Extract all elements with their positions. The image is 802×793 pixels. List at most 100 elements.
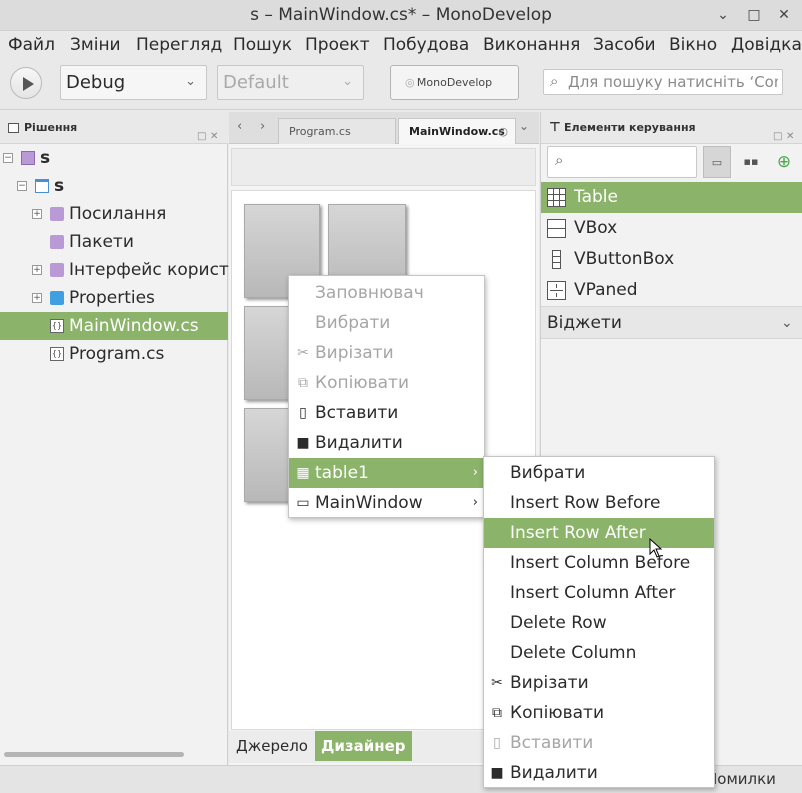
toolbox-item-table[interactable]: Table bbox=[541, 182, 802, 213]
vbuttonbox-icon bbox=[552, 250, 561, 269]
project-icon bbox=[35, 179, 49, 193]
tree-item-ui[interactable]: + Інтерфейс користувача bbox=[0, 256, 280, 284]
collapse-icon[interactable]: − bbox=[3, 153, 13, 163]
runtime-select[interactable]: Default ⌄ bbox=[217, 65, 364, 100]
tree-item-project[interactable]: − s bbox=[0, 172, 228, 200]
close-button[interactable]: ✕ bbox=[774, 5, 794, 25]
tab-label: Program.cs bbox=[289, 125, 351, 138]
cut-icon: ✂ bbox=[297, 345, 309, 361]
cut-icon: ✂ bbox=[491, 675, 503, 691]
tab-list-dropdown-icon[interactable]: ⌄ bbox=[519, 119, 529, 133]
minimize-button[interactable]: ⌄ bbox=[713, 5, 733, 25]
tree-item-solution[interactable]: − s bbox=[0, 144, 228, 172]
submenu-item-insert-row-before[interactable]: Insert Row Before bbox=[484, 488, 714, 518]
menu-item-label: Insert Row After bbox=[510, 523, 646, 543]
menu-item-label: Видалити bbox=[315, 433, 403, 453]
expand-icon[interactable]: + bbox=[32, 293, 42, 303]
maximize-button[interactable]: □ bbox=[744, 5, 764, 25]
submenu-item-delete[interactable]: ■ Видалити bbox=[484, 758, 714, 788]
menu-build[interactable]: Побудова bbox=[383, 31, 469, 59]
menu-item-copy[interactable]: ⧉ Копіювати bbox=[289, 368, 484, 398]
tree-item-packages[interactable]: Пакети bbox=[0, 228, 228, 256]
menu-item-cut[interactable]: ✂ Вирізати bbox=[289, 338, 484, 368]
menu-item-label: MainWindow bbox=[315, 493, 423, 513]
menu-item-paste[interactable]: ▯ Вставити bbox=[289, 398, 484, 428]
search-icon: ⌕ bbox=[550, 72, 559, 90]
tree-item-mainwindow-cs[interactable]: {} MainWindow.cs bbox=[0, 312, 228, 340]
tree-item-properties[interactable]: + Properties bbox=[0, 284, 228, 312]
play-icon bbox=[23, 77, 34, 91]
menu-item-label: Видалити bbox=[510, 763, 598, 783]
submenu-item-delete-column[interactable]: Delete Column bbox=[484, 638, 714, 668]
menu-item-label: Вирізати bbox=[315, 343, 394, 363]
menu-item-placeholder[interactable]: Заповнювач bbox=[289, 278, 484, 308]
submenu-item-copy[interactable]: ⧉ Копіювати bbox=[484, 698, 714, 728]
menu-item-label: Вибрати bbox=[510, 463, 586, 483]
status-area[interactable]: ◎ MonoDevelop bbox=[390, 65, 519, 100]
run-button[interactable] bbox=[10, 67, 42, 99]
submenu-item-select[interactable]: Вибрати bbox=[484, 458, 714, 488]
tab-designer[interactable]: Дизайнер bbox=[315, 731, 412, 761]
submenu-item-cut[interactable]: ✂ Вирізати bbox=[484, 668, 714, 698]
table-icon: ▦ bbox=[296, 465, 310, 481]
solution-pad-header: Рішення □ ✕ bbox=[0, 112, 228, 144]
menu-item-mainwindow[interactable]: ▭ MainWindow › bbox=[289, 488, 484, 518]
menu-item-table1[interactable]: ▦ table1 › bbox=[289, 458, 484, 488]
tab-mainwindow-cs[interactable]: MainWindow.cs ○ bbox=[398, 118, 516, 144]
tab-modified-icon[interactable]: ○ bbox=[498, 119, 508, 145]
csharp-file-icon: {} bbox=[50, 319, 64, 333]
document-tab-bar: ‹ › Program.cs MainWindow.cs ○ ⌄ bbox=[229, 112, 539, 144]
vpaned-icon bbox=[547, 281, 566, 300]
tab-scroll-left-icon[interactable]: ‹ bbox=[237, 119, 242, 134]
submenu-item-paste[interactable]: ▯ Вставити bbox=[484, 728, 714, 758]
toolbox-category-widgets[interactable]: Віджети ⌄ bbox=[541, 306, 802, 339]
submenu-item-insert-row-after[interactable]: Insert Row After bbox=[484, 518, 714, 548]
menu-item-delete[interactable]: ■ Видалити bbox=[289, 428, 484, 458]
menu-edit[interactable]: Зміни bbox=[70, 31, 121, 59]
packages-folder-icon bbox=[50, 235, 64, 249]
toolbox-item-vbuttonbox[interactable]: VButtonBox bbox=[541, 244, 802, 275]
tree-item-label: MainWindow.cs bbox=[69, 316, 199, 336]
category-label: Віджети bbox=[547, 313, 622, 333]
menu-item-label: Insert Column Before bbox=[510, 553, 691, 573]
context-menu: Заповнювач Вибрати ✂ Вирізати ⧉ Копіюват… bbox=[288, 275, 485, 518]
compact-view-toggle[interactable]: ▪▪ bbox=[737, 146, 765, 178]
configuration-select[interactable]: Debug ⌄ bbox=[60, 65, 207, 100]
list-view-toggle[interactable]: ▭ bbox=[703, 146, 731, 178]
submenu-item-insert-column-before[interactable]: Insert Column Before bbox=[484, 548, 714, 578]
tree-item-label: s bbox=[40, 148, 51, 168]
menu-item-label: Insert Column After bbox=[510, 583, 676, 603]
expand-icon[interactable]: + bbox=[32, 209, 42, 219]
toolbox-search-input[interactable]: ⌕ bbox=[547, 146, 697, 178]
global-search-input[interactable]: ⌕ Для пошуку натисніть ‘Control+,’ bbox=[543, 69, 783, 95]
menu-run[interactable]: Виконання bbox=[483, 31, 580, 59]
menu-file[interactable]: Файл bbox=[8, 31, 55, 59]
menu-window[interactable]: Вікно bbox=[669, 31, 717, 59]
horizontal-scrollbar[interactable] bbox=[4, 752, 184, 757]
tree-item-program-cs[interactable]: {} Program.cs bbox=[0, 340, 228, 368]
toolbox-item-vbox[interactable]: VBox bbox=[541, 213, 802, 244]
menu-project[interactable]: Проект bbox=[305, 31, 370, 59]
submenu-item-insert-column-after[interactable]: Insert Column After bbox=[484, 578, 714, 608]
expand-icon[interactable]: + bbox=[32, 265, 42, 275]
collapse-icon[interactable]: − bbox=[17, 181, 27, 191]
search-placeholder: Для пошуку натисніть ‘Control+,’ bbox=[568, 73, 778, 91]
menu-view[interactable]: Перегляд bbox=[136, 31, 222, 59]
chevron-down-icon: ⌄ bbox=[342, 74, 353, 89]
tab-program-cs[interactable]: Program.cs bbox=[278, 118, 396, 144]
tab-scroll-right-icon[interactable]: › bbox=[260, 119, 265, 134]
add-item-icon[interactable]: ⊕ bbox=[770, 146, 798, 178]
submenu-arrow-icon: › bbox=[472, 495, 478, 510]
menu-help[interactable]: Довідка bbox=[731, 31, 802, 59]
errors-pad-button[interactable]: Помилки bbox=[706, 766, 776, 792]
menu-search[interactable]: Пошук bbox=[233, 31, 292, 59]
toolbox-item-vpaned[interactable]: VPaned bbox=[541, 275, 802, 306]
menu-item-select[interactable]: Вибрати bbox=[289, 308, 484, 338]
tree-item-label: Properties bbox=[69, 288, 155, 308]
submenu-item-delete-row[interactable]: Delete Row bbox=[484, 608, 714, 638]
tree-item-references[interactable]: + Посилання bbox=[0, 200, 228, 228]
folder-icon bbox=[50, 291, 64, 305]
menu-tools[interactable]: Засоби bbox=[593, 31, 656, 59]
menu-item-label: Вирізати bbox=[510, 673, 589, 693]
tab-source[interactable]: Джерело bbox=[230, 731, 314, 761]
